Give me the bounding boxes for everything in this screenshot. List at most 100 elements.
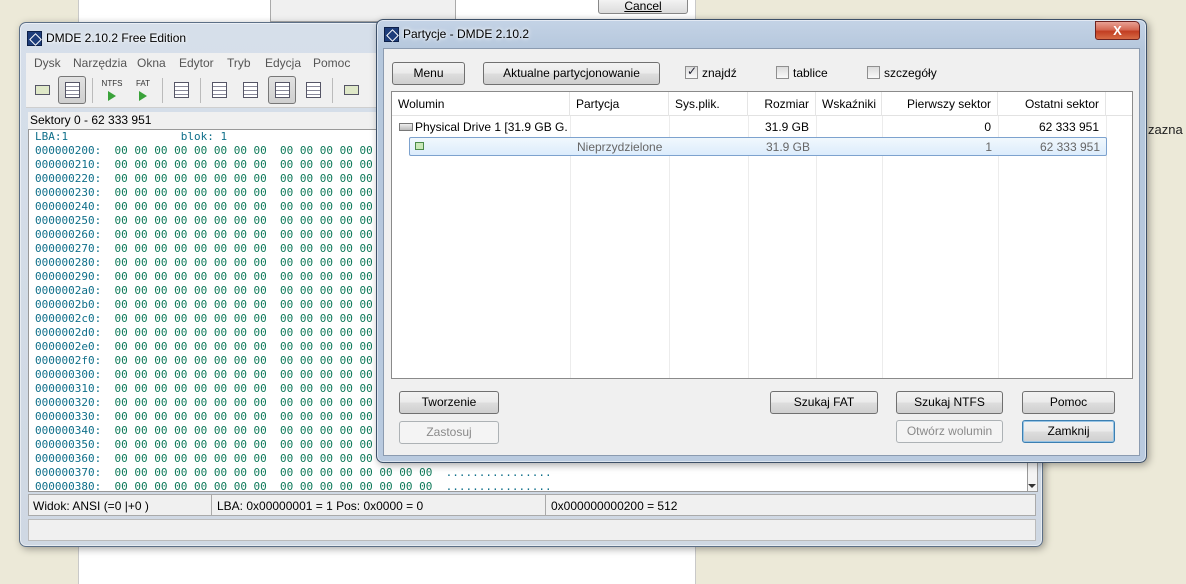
menu-item-dysk[interactable]: Dysk bbox=[34, 56, 61, 70]
column-header-partition[interactable]: Partycja bbox=[570, 92, 669, 116]
column-header-filesystem[interactable]: Sys.plik. bbox=[669, 92, 748, 116]
hex-address: 000000330: bbox=[35, 410, 102, 423]
toolbar-fat-button[interactable]: FAT bbox=[128, 76, 156, 104]
cell-volume: Physical Drive 1 [31.9 GB G... bbox=[415, 120, 567, 134]
play-icon bbox=[139, 91, 147, 101]
toolbar-export-button[interactable] bbox=[337, 76, 365, 104]
toolbar-ntfs-button[interactable]: NTFS bbox=[97, 76, 125, 104]
partitions-icon bbox=[65, 82, 80, 98]
search-page-icon bbox=[306, 82, 321, 98]
table-row-drive[interactable]: Physical Drive 1 [31.9 GB G... 31.9 GB 0… bbox=[392, 118, 1132, 137]
status-offset: 0x000000000200 = 512 bbox=[551, 499, 678, 513]
menu-item-pomoc[interactable]: Pomoc bbox=[313, 56, 350, 70]
hex-address: 000000340: bbox=[35, 424, 102, 437]
table-row-unallocated[interactable]: Nieprzydzielone 31.9 GB 1 62 333 951 bbox=[409, 137, 1107, 156]
hex-bytes: 00 00 00 00 00 00 00 00 00 00 00 00 00 0… bbox=[114, 466, 433, 479]
disk-icon bbox=[35, 85, 50, 95]
hex-row[interactable]: 000000380: 00 00 00 00 00 00 00 00 00 00… bbox=[29, 480, 1027, 492]
toolbar-hex-view-button[interactable] bbox=[268, 76, 296, 104]
cell-first-sector: 0 bbox=[984, 120, 991, 134]
hex-address: 000000230: bbox=[35, 186, 102, 199]
create-button[interactable]: Tworzenie bbox=[399, 391, 499, 414]
checkbox-details-label: szczegóły bbox=[884, 66, 937, 80]
hex-ascii: ................ bbox=[445, 466, 552, 479]
apply-button[interactable]: Zastosuj bbox=[399, 421, 499, 444]
main-bottom-bar bbox=[28, 519, 1036, 541]
drive-icon bbox=[399, 123, 413, 131]
hex-address: 000000320: bbox=[35, 396, 102, 409]
toolbar-partitions-button[interactable] bbox=[58, 76, 86, 104]
help-button[interactable]: Pomoc bbox=[1022, 391, 1115, 414]
menu-button[interactable]: Menu bbox=[392, 62, 465, 85]
hex-address: 000000280: bbox=[35, 256, 102, 269]
search-ntfs-button[interactable]: Szukaj NTFS bbox=[896, 391, 1003, 414]
dialog-title: Partycje - DMDE 2.10.2 bbox=[403, 27, 530, 41]
cell-last-sector: 62 333 951 bbox=[1038, 120, 1099, 134]
menu-item-edycja[interactable]: Edycja bbox=[265, 56, 301, 70]
menu-item-edytor[interactable]: Edytor bbox=[179, 56, 214, 70]
toolbar-view2-button[interactable] bbox=[236, 76, 264, 104]
cell-last-sector: 62 333 951 bbox=[1039, 140, 1100, 154]
toolbar-view1-button[interactable] bbox=[205, 76, 233, 104]
hex-address: 0000002e0: bbox=[35, 340, 102, 353]
column-header-flags[interactable]: Wskaźniki bbox=[816, 92, 882, 116]
sparkle-page-icon bbox=[174, 82, 189, 98]
cell-size: 31.9 GB bbox=[764, 120, 809, 134]
background-side-text: zazna bbox=[1148, 122, 1183, 137]
hex-address: 000000240: bbox=[35, 200, 102, 213]
dmde-app-icon bbox=[27, 31, 42, 46]
dialog-close-button[interactable]: X bbox=[1095, 21, 1140, 40]
hex-address: 000000300: bbox=[35, 368, 102, 381]
status-lba-pos: LBA: 0x00000001 = 1 Pos: 0x0000 = 0 bbox=[217, 499, 424, 513]
dialog-client-area: Menu Aktualne partycjonowanie znajdź tab… bbox=[383, 48, 1140, 456]
checkbox-tables-box[interactable] bbox=[776, 66, 789, 79]
checkbox-find-label: znajdź bbox=[702, 66, 737, 80]
column-header-volume[interactable]: Wolumin bbox=[392, 92, 570, 116]
view-list-icon bbox=[212, 82, 227, 98]
hex-address: 000000220: bbox=[35, 172, 102, 185]
cell-partition: Nieprzydzielone bbox=[577, 140, 663, 154]
toolbar-search-button[interactable] bbox=[299, 76, 327, 104]
partition-icon bbox=[415, 142, 424, 150]
checkbox-tables-label: tablice bbox=[793, 66, 828, 80]
partitions-table-header: Wolumin Partycja Sys.plik. Rozmiar Wskaź… bbox=[392, 92, 1132, 116]
main-window-title: DMDE 2.10.2 Free Edition bbox=[46, 31, 187, 45]
ntfs-label: NTFS bbox=[101, 79, 123, 88]
toolbar-disk-button[interactable] bbox=[28, 76, 56, 104]
main-statusbar: Widok: ANSI (=0 |+0 ) LBA: 0x00000001 = … bbox=[28, 494, 1036, 516]
column-header-first-sector[interactable]: Pierwszy sektor bbox=[882, 92, 998, 116]
current-partitioning-button[interactable]: Aktualne partycjonowanie bbox=[483, 62, 660, 85]
menu-item-narzedzia[interactable]: Narzędzia bbox=[73, 56, 127, 70]
hex-address: 0000002c0: bbox=[35, 312, 102, 325]
play-icon bbox=[108, 91, 116, 101]
scroll-down-arrow-icon[interactable] bbox=[1028, 484, 1036, 488]
hex-address: 0000002a0: bbox=[35, 284, 102, 297]
background-cancel-button[interactable]: Cancel bbox=[598, 0, 688, 14]
hex-address: 000000250: bbox=[35, 214, 102, 227]
hex-bytes: 00 00 00 00 00 00 00 00 00 00 00 00 00 0… bbox=[114, 480, 433, 492]
menu-item-okna[interactable]: Okna bbox=[137, 56, 166, 70]
hex-row[interactable]: 000000370: 00 00 00 00 00 00 00 00 00 00… bbox=[29, 466, 1027, 480]
cell-size: 31.9 GB bbox=[765, 140, 810, 154]
search-fat-button[interactable]: Szukaj FAT bbox=[770, 391, 878, 414]
toolbar-new-button[interactable] bbox=[167, 76, 195, 104]
partitions-dialog: Partycje - DMDE 2.10.2 X Menu Aktualne p… bbox=[376, 19, 1147, 463]
view-list-icon bbox=[243, 82, 258, 98]
hex-address: 000000360: bbox=[35, 452, 102, 465]
hex-address: 000000260: bbox=[35, 228, 102, 241]
hex-address: 000000210: bbox=[35, 158, 102, 171]
hex-address: 000000310: bbox=[35, 382, 102, 395]
close-dialog-button[interactable]: Zamknij bbox=[1022, 420, 1115, 443]
menu-item-tryb[interactable]: Tryb bbox=[227, 56, 251, 70]
open-volume-button[interactable]: Otwórz wolumin bbox=[896, 420, 1003, 443]
export-icon bbox=[344, 85, 359, 95]
checkbox-find-box[interactable] bbox=[685, 64, 698, 79]
hex-address: 000000270: bbox=[35, 242, 102, 255]
partitions-table[interactable]: Wolumin Partycja Sys.plik. Rozmiar Wskaź… bbox=[391, 91, 1133, 379]
column-header-last-sector[interactable]: Ostatni sektor bbox=[998, 92, 1106, 116]
fat-label: FAT bbox=[135, 79, 151, 88]
hex-address: 000000350: bbox=[35, 438, 102, 451]
column-header-size[interactable]: Rozmiar bbox=[748, 92, 816, 116]
checkbox-details-box[interactable] bbox=[867, 66, 880, 79]
hex-address: 000000290: bbox=[35, 270, 102, 283]
